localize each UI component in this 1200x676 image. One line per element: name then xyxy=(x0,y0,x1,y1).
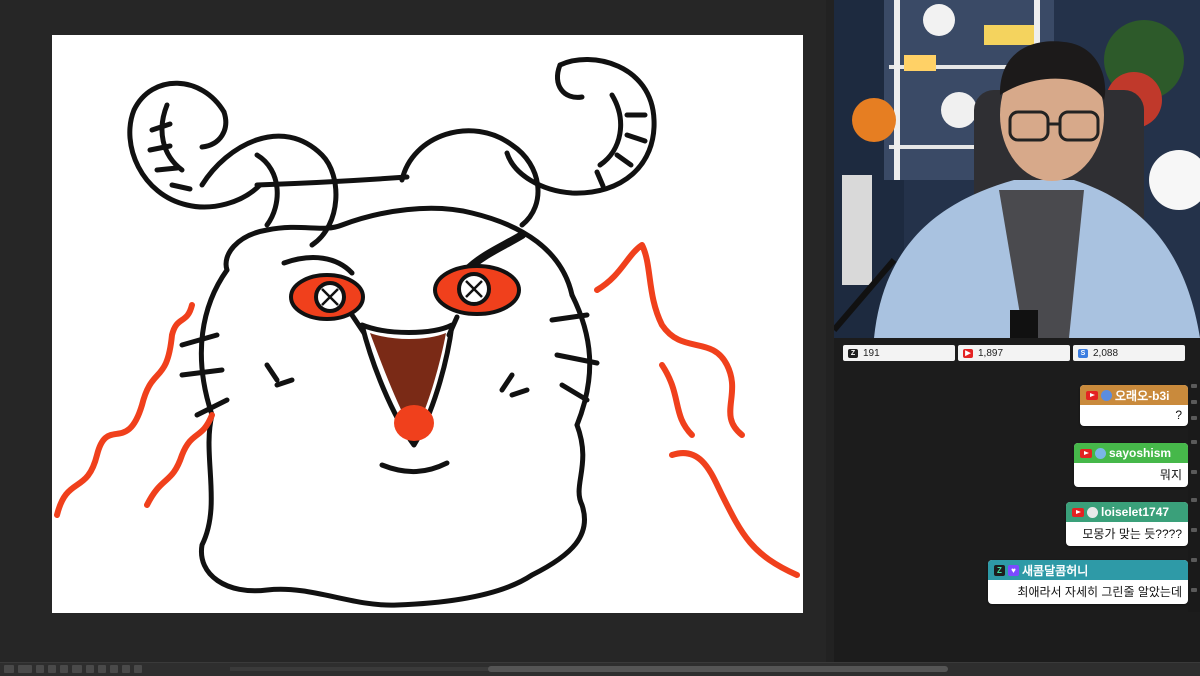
youtube-icon: ▶ xyxy=(963,348,973,358)
drawing-canvas[interactable] xyxy=(52,35,803,613)
chat-overlay: 오래오-b3i ? sayoshism 뭐지 loiselet1747 모몽가 … xyxy=(988,380,1188,610)
tongue xyxy=(394,405,434,441)
zoom-out-button[interactable] xyxy=(4,665,14,673)
youtube-icon xyxy=(1072,507,1084,517)
flip-vertical-icon[interactable] xyxy=(134,665,142,673)
chat-text: 뭐지 xyxy=(1159,468,1182,482)
rotate-right-icon[interactable] xyxy=(98,665,106,673)
flip-icon[interactable] xyxy=(122,665,130,673)
body-outline xyxy=(198,412,588,608)
chzzk-viewer-count: Z 191 xyxy=(843,345,955,361)
chat-message: loiselet1747 모몽가 맞는 듯???? xyxy=(1066,502,1188,546)
chat-username: 새콤달콤허니 xyxy=(1022,563,1089,578)
minus-icon[interactable] xyxy=(36,665,44,673)
chat-message: 오래오-b3i ? xyxy=(1080,385,1188,426)
streamer-video xyxy=(834,0,1200,338)
drawing-workspace[interactable] xyxy=(0,0,834,662)
chat-username: loiselet1747 xyxy=(1101,505,1170,519)
avatar xyxy=(1095,447,1106,459)
soop-count: 2,088 xyxy=(1093,347,1119,359)
chat-text: 최애라서 자세히 그린줄 알았는데 xyxy=(1017,585,1182,599)
chat-header: loiselet1747 xyxy=(1066,502,1188,522)
chzzk-count: 191 xyxy=(863,347,880,359)
avatar xyxy=(1101,389,1112,401)
eyes xyxy=(289,264,521,321)
chat-header: Z ♥ 새콤달콤허니 xyxy=(988,560,1188,580)
head-outline xyxy=(223,205,575,298)
soop-viewer-count: S 2,088 xyxy=(1073,345,1185,361)
chat-username: sayoshism xyxy=(1109,446,1172,460)
reset-rotation-icon[interactable] xyxy=(110,665,118,673)
youtube-icon xyxy=(1080,448,1092,458)
chat-text: 모몽가 맞는 듯???? xyxy=(1082,527,1182,541)
soop-icon: S xyxy=(1078,348,1088,358)
chat-message: sayoshism 뭐지 xyxy=(1074,443,1188,487)
youtube-viewer-count: ▶ 1,897 xyxy=(958,345,1070,361)
chat-header: sayoshism xyxy=(1074,443,1188,463)
right-horn xyxy=(504,57,657,196)
fit-icon[interactable] xyxy=(60,665,68,673)
vertical-scrollbar[interactable] xyxy=(826,0,834,662)
chat-text: ? xyxy=(1175,408,1182,422)
youtube-count: 1,897 xyxy=(978,347,1004,359)
chzzk-icon: Z xyxy=(994,564,1005,576)
chat-header: 오래오-b3i xyxy=(1080,385,1188,405)
avatar xyxy=(1087,506,1098,518)
chat-side-strip xyxy=(1188,380,1200,612)
rotate-left-icon[interactable] xyxy=(86,665,94,673)
canvas-status-bar xyxy=(0,662,1200,676)
rotate-field[interactable] xyxy=(72,665,82,673)
plus-icon[interactable] xyxy=(48,665,56,673)
zoom-level-field[interactable] xyxy=(18,665,32,673)
heart-icon: ♥ xyxy=(1008,564,1019,576)
webcam-feed xyxy=(834,0,1200,338)
chat-username: 오래오-b3i xyxy=(1115,388,1170,403)
horizontal-scrollbar[interactable] xyxy=(488,666,948,672)
youtube-icon xyxy=(1086,390,1098,400)
monster-sketch xyxy=(54,57,800,608)
chzzk-icon: Z xyxy=(848,348,858,358)
chat-message: Z ♥ 새콤달콤허니 최애라서 자세히 그린줄 알았는데 xyxy=(988,560,1188,604)
viewer-stats-bar: Z 191 ▶ 1,897 S 2,088 xyxy=(843,345,1185,361)
